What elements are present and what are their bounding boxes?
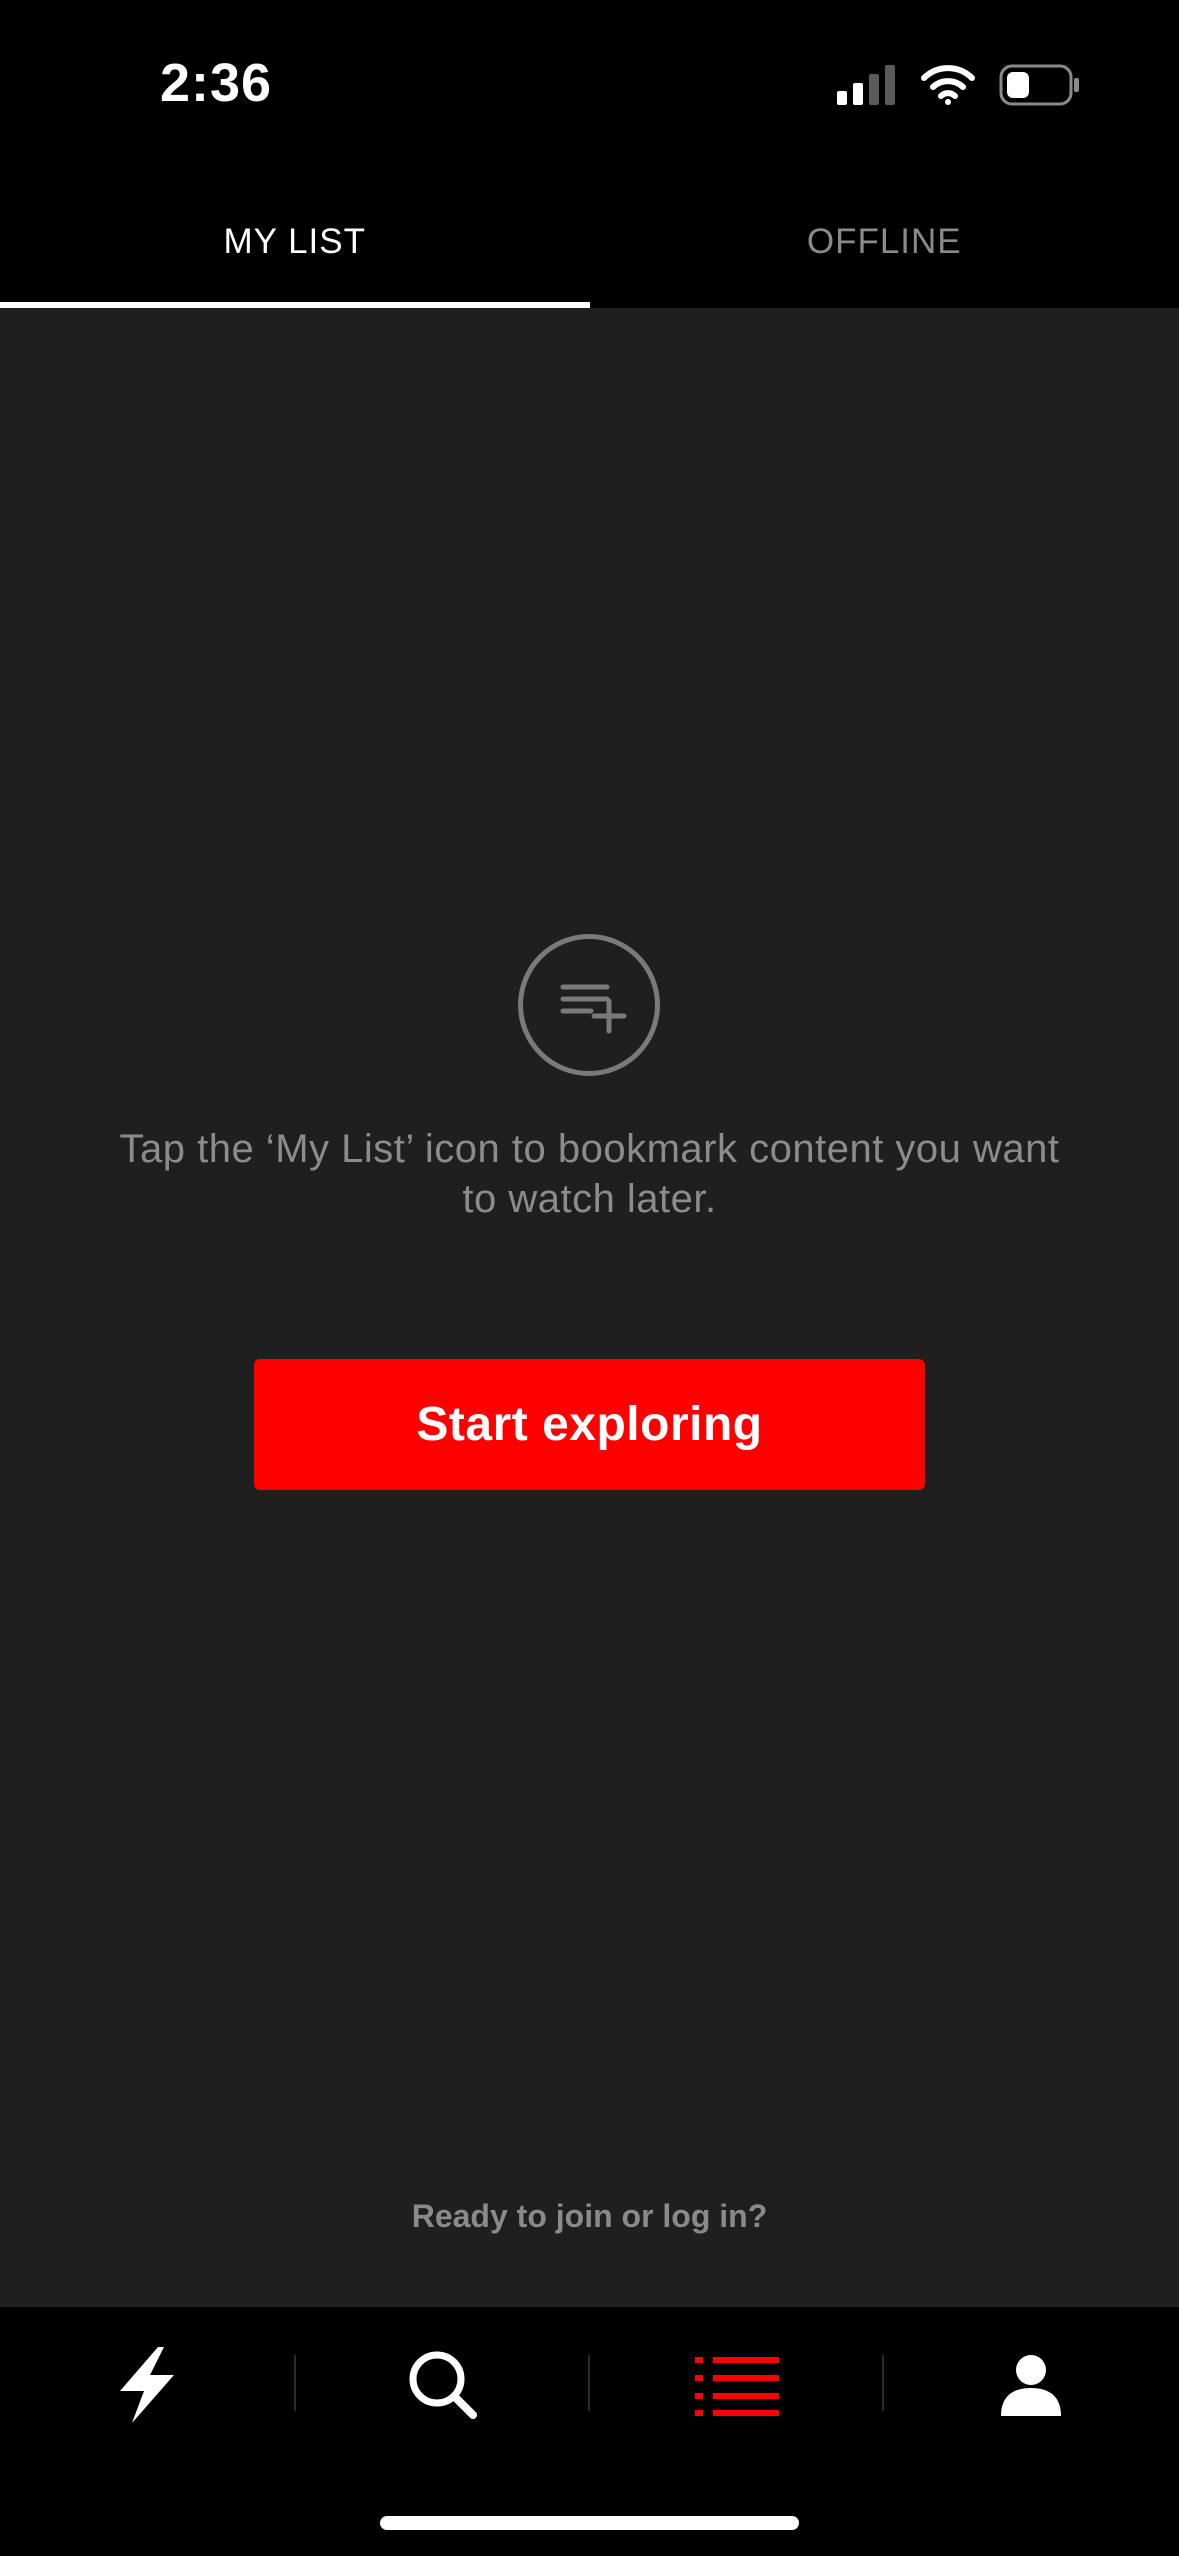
my-list-content: Tap the ‘My List’ icon to bookmark conte… bbox=[0, 308, 1179, 2307]
nav-item-my-list[interactable] bbox=[590, 2337, 884, 2437]
join-or-login-link[interactable]: Ready to join or log in? bbox=[0, 2198, 1179, 2235]
status-bar: 2:36 bbox=[0, 0, 1179, 176]
list-icon bbox=[695, 2353, 779, 2422]
status-time: 2:36 bbox=[160, 53, 273, 113]
wifi-icon bbox=[921, 65, 975, 110]
bottom-nav bbox=[0, 2307, 1179, 2556]
nav-item-profile[interactable] bbox=[884, 2337, 1178, 2437]
playlist-add-icon bbox=[518, 934, 660, 1076]
battery-icon bbox=[999, 64, 1081, 111]
search-icon bbox=[407, 2349, 479, 2426]
tab-my-list-label: MY LIST bbox=[223, 222, 366, 261]
home-indicator bbox=[380, 2516, 799, 2530]
profile-icon bbox=[999, 2354, 1063, 2421]
tab-bar: MY LIST OFFLINE bbox=[0, 176, 1179, 308]
lightning-icon bbox=[112, 2345, 182, 2430]
cellular-signal-icon bbox=[837, 65, 897, 110]
status-icons bbox=[837, 64, 1081, 111]
tab-offline[interactable]: OFFLINE bbox=[590, 176, 1179, 308]
empty-state-message: Tap the ‘My List’ icon to bookmark conte… bbox=[119, 1127, 1060, 1221]
nav-item-highlights[interactable] bbox=[0, 2337, 294, 2437]
tab-my-list[interactable]: MY LIST bbox=[0, 176, 590, 308]
nav-item-search[interactable] bbox=[296, 2337, 590, 2437]
start-exploring-button[interactable]: Start exploring bbox=[254, 1359, 925, 1490]
tab-offline-label: OFFLINE bbox=[806, 222, 962, 261]
